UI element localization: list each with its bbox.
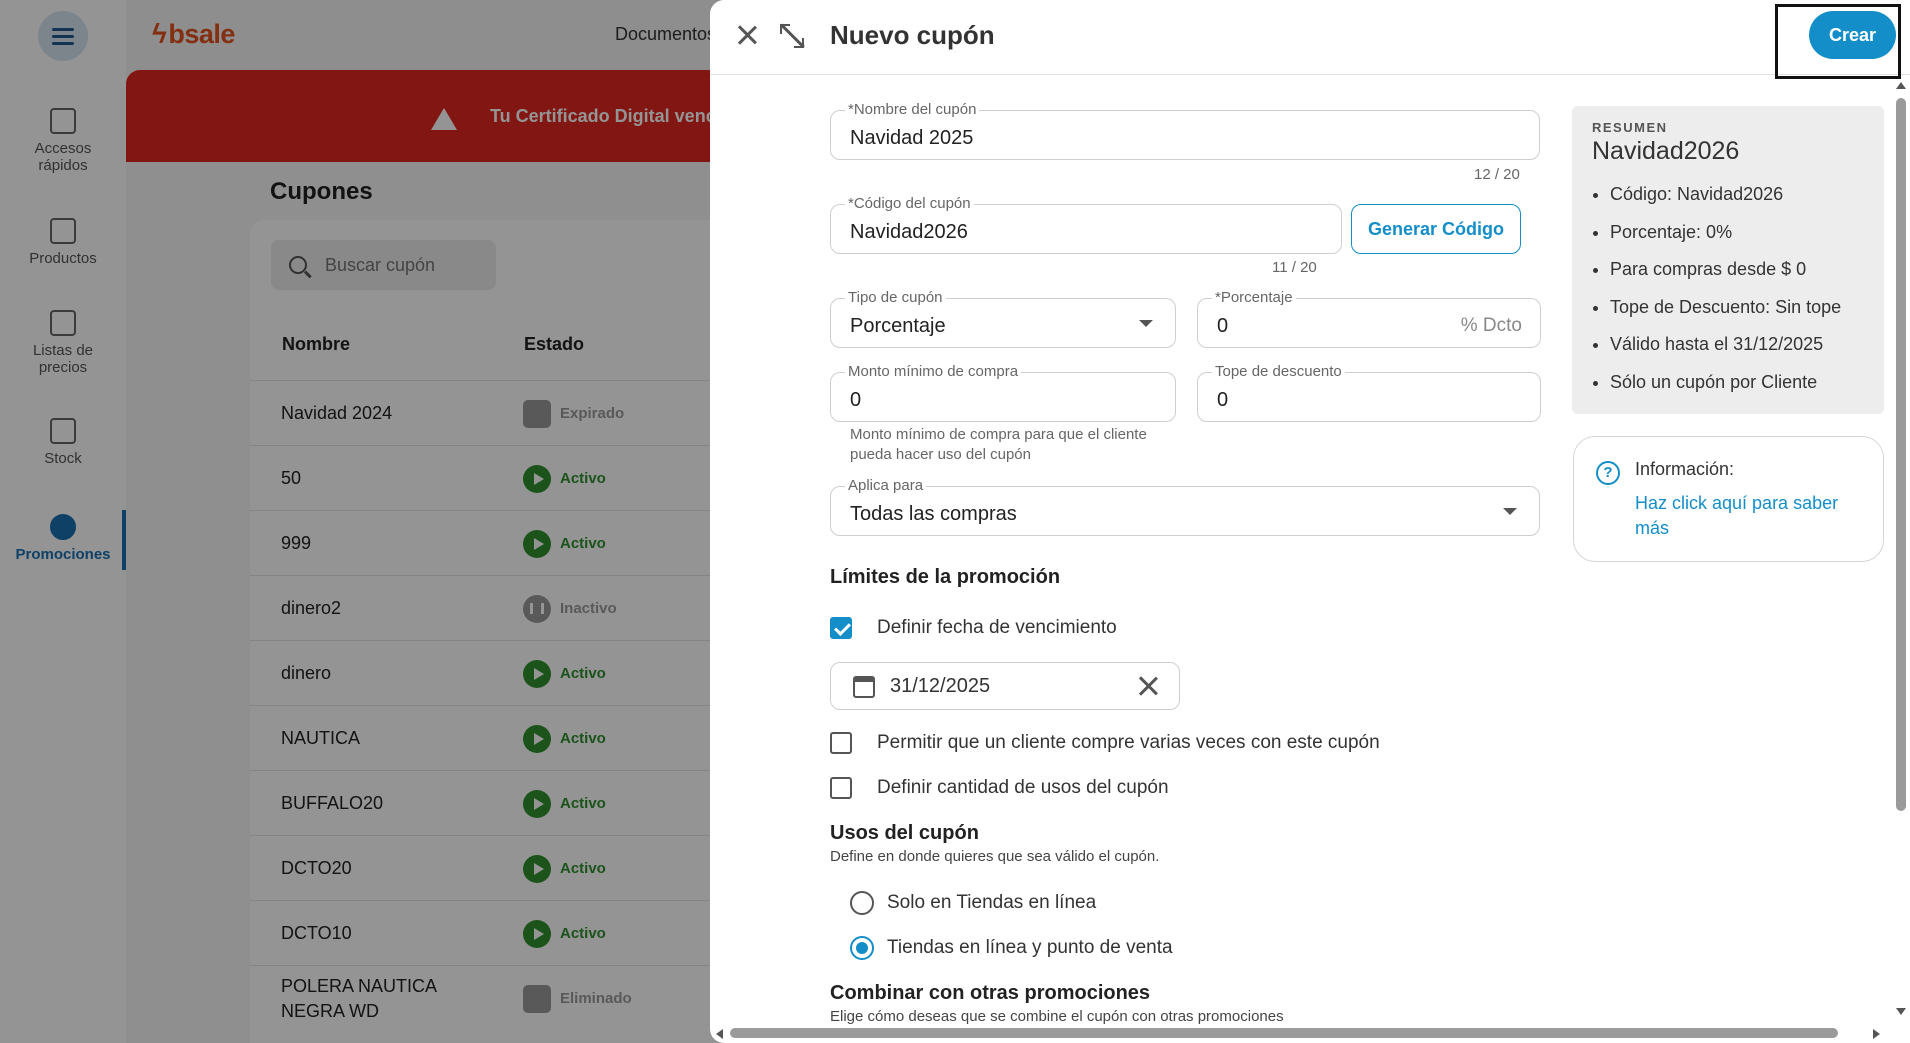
expiry-checkbox-label[interactable]: Definir fecha de vencimiento [877, 617, 1117, 639]
radio-online-only[interactable] [850, 891, 874, 915]
combine-section-title: Combinar con otras promociones [830, 982, 1151, 1004]
coupon-code-field[interactable]: *Código del cupón Navidad2026 [830, 195, 1342, 254]
applies-to-label: Aplica para [845, 477, 927, 494]
expiry-date-field[interactable]: 31/12/2025 [830, 662, 1180, 710]
horizontal-scrollbar[interactable] [730, 1028, 1838, 1038]
applies-to-select[interactable]: Aplica para Todas las compras [830, 477, 1540, 536]
min-amount-helper: Monto mínimo de compra para que el clien… [850, 426, 1147, 463]
coupon-code-counter: 11 / 20 [1272, 259, 1317, 276]
summary-title: Navidad2026 [1592, 137, 1740, 165]
percentage-label: *Porcentaje [1212, 289, 1296, 306]
min-amount-label: Monto mínimo de compra [845, 363, 1022, 380]
coupon-type-select[interactable]: Tipo de cupón Porcentaje [830, 289, 1176, 348]
usage-section-subtitle: Define en donde quieres que sea válido e… [830, 848, 1160, 865]
expiry-checkbox[interactable] [830, 617, 852, 639]
summary-item: Código: Navidad2026 [1610, 176, 1864, 214]
summary-item: Porcentaje: 0% [1610, 214, 1864, 252]
usage-count-checkbox[interactable] [830, 777, 852, 799]
expand-icon[interactable] [778, 22, 806, 50]
generate-code-button[interactable]: Generar Código [1351, 204, 1521, 254]
summary-caption: RESUMEN [1592, 120, 1668, 135]
scroll-left-arrow-icon[interactable] [716, 1029, 723, 1039]
summary-item: Sólo un cupón por Cliente [1610, 364, 1864, 402]
clear-date-icon[interactable] [1137, 675, 1159, 697]
radio-online-and-pos-label[interactable]: Tiendas en línea y punto de venta [887, 937, 1173, 959]
info-card: ? Información: Haz click aquí para saber… [1573, 436, 1884, 562]
coupon-name-field[interactable]: *Nombre del cupón Navidad 2025 [830, 101, 1540, 160]
radio-online-and-pos[interactable] [850, 936, 874, 960]
percentage-field[interactable]: *Porcentaje 0 % Dcto [1197, 289, 1541, 348]
vertical-scrollbar[interactable] [1896, 98, 1906, 811]
coupon-code-label: *Código del cupón [845, 195, 974, 212]
coupon-code-value: Navidad2026 [850, 221, 968, 243]
scroll-right-arrow-icon[interactable] [1873, 1029, 1880, 1039]
dropdown-caret-icon [1139, 320, 1153, 327]
coupon-type-label: Tipo de cupón [845, 289, 946, 306]
coupon-type-value: Porcentaje [850, 315, 946, 337]
expiry-date-value: 31/12/2025 [890, 675, 991, 697]
min-amount-value: 0 [850, 389, 862, 411]
usage-count-checkbox-label[interactable]: Definir cantidad de usos del cupón [877, 777, 1169, 799]
summary-item: Válido hasta el 31/12/2025 [1610, 326, 1864, 364]
help-icon: ? [1596, 461, 1620, 485]
close-icon[interactable] [732, 20, 762, 50]
summary-item: Para compras desde $ 0 [1610, 251, 1864, 289]
summary-item: Tope de Descuento: Sin tope [1610, 289, 1864, 327]
info-link[interactable]: Haz click aquí para saber más [1635, 491, 1865, 541]
info-title: Información: [1635, 459, 1735, 479]
summary-list: Código: Navidad2026 Porcentaje: 0% Para … [1592, 176, 1864, 401]
scroll-down-arrow-icon[interactable] [1896, 1008, 1906, 1015]
drawer-header: Nuevo cupón Crear [710, 0, 1910, 79]
limits-section-title: Límites de la promoción [830, 566, 1061, 588]
dropdown-caret-icon [1503, 508, 1517, 515]
percentage-suffix: % Dcto [1460, 315, 1522, 336]
min-amount-field[interactable]: Monto mínimo de compra 0 [830, 363, 1176, 422]
scroll-up-arrow-icon[interactable] [1896, 82, 1906, 89]
max-discount-label: Tope de descuento [1212, 363, 1345, 380]
coupon-name-counter: 12 / 20 [1474, 166, 1520, 183]
drawer-title: Nuevo cupón [830, 20, 995, 50]
usage-section-title: Usos del cupón [830, 822, 979, 844]
multi-use-checkbox-label[interactable]: Permitir que un cliente compre varias ve… [877, 732, 1380, 754]
percentage-value: 0 [1217, 315, 1229, 337]
calendar-icon[interactable] [853, 676, 875, 698]
summary-panel: RESUMEN Navidad2026 Código: Navidad2026 … [1572, 106, 1884, 414]
create-button[interactable]: Crear [1809, 11, 1896, 59]
applies-to-value: Todas las compras [850, 503, 1017, 525]
max-discount-field[interactable]: Tope de descuento 0 [1197, 363, 1541, 422]
multi-use-checkbox[interactable] [830, 732, 852, 754]
combine-section-subtitle: Elige cómo deseas que se combine el cupó… [830, 1008, 1284, 1025]
coupon-name-value: Navidad 2025 [850, 127, 974, 149]
coupon-name-label: *Nombre del cupón [845, 101, 980, 118]
radio-online-only-label[interactable]: Solo en Tiendas en línea [887, 892, 1096, 914]
new-coupon-drawer: Nuevo cupón Crear *Nombre del cupón Navi… [710, 0, 1910, 1043]
max-discount-value: 0 [1217, 389, 1229, 411]
